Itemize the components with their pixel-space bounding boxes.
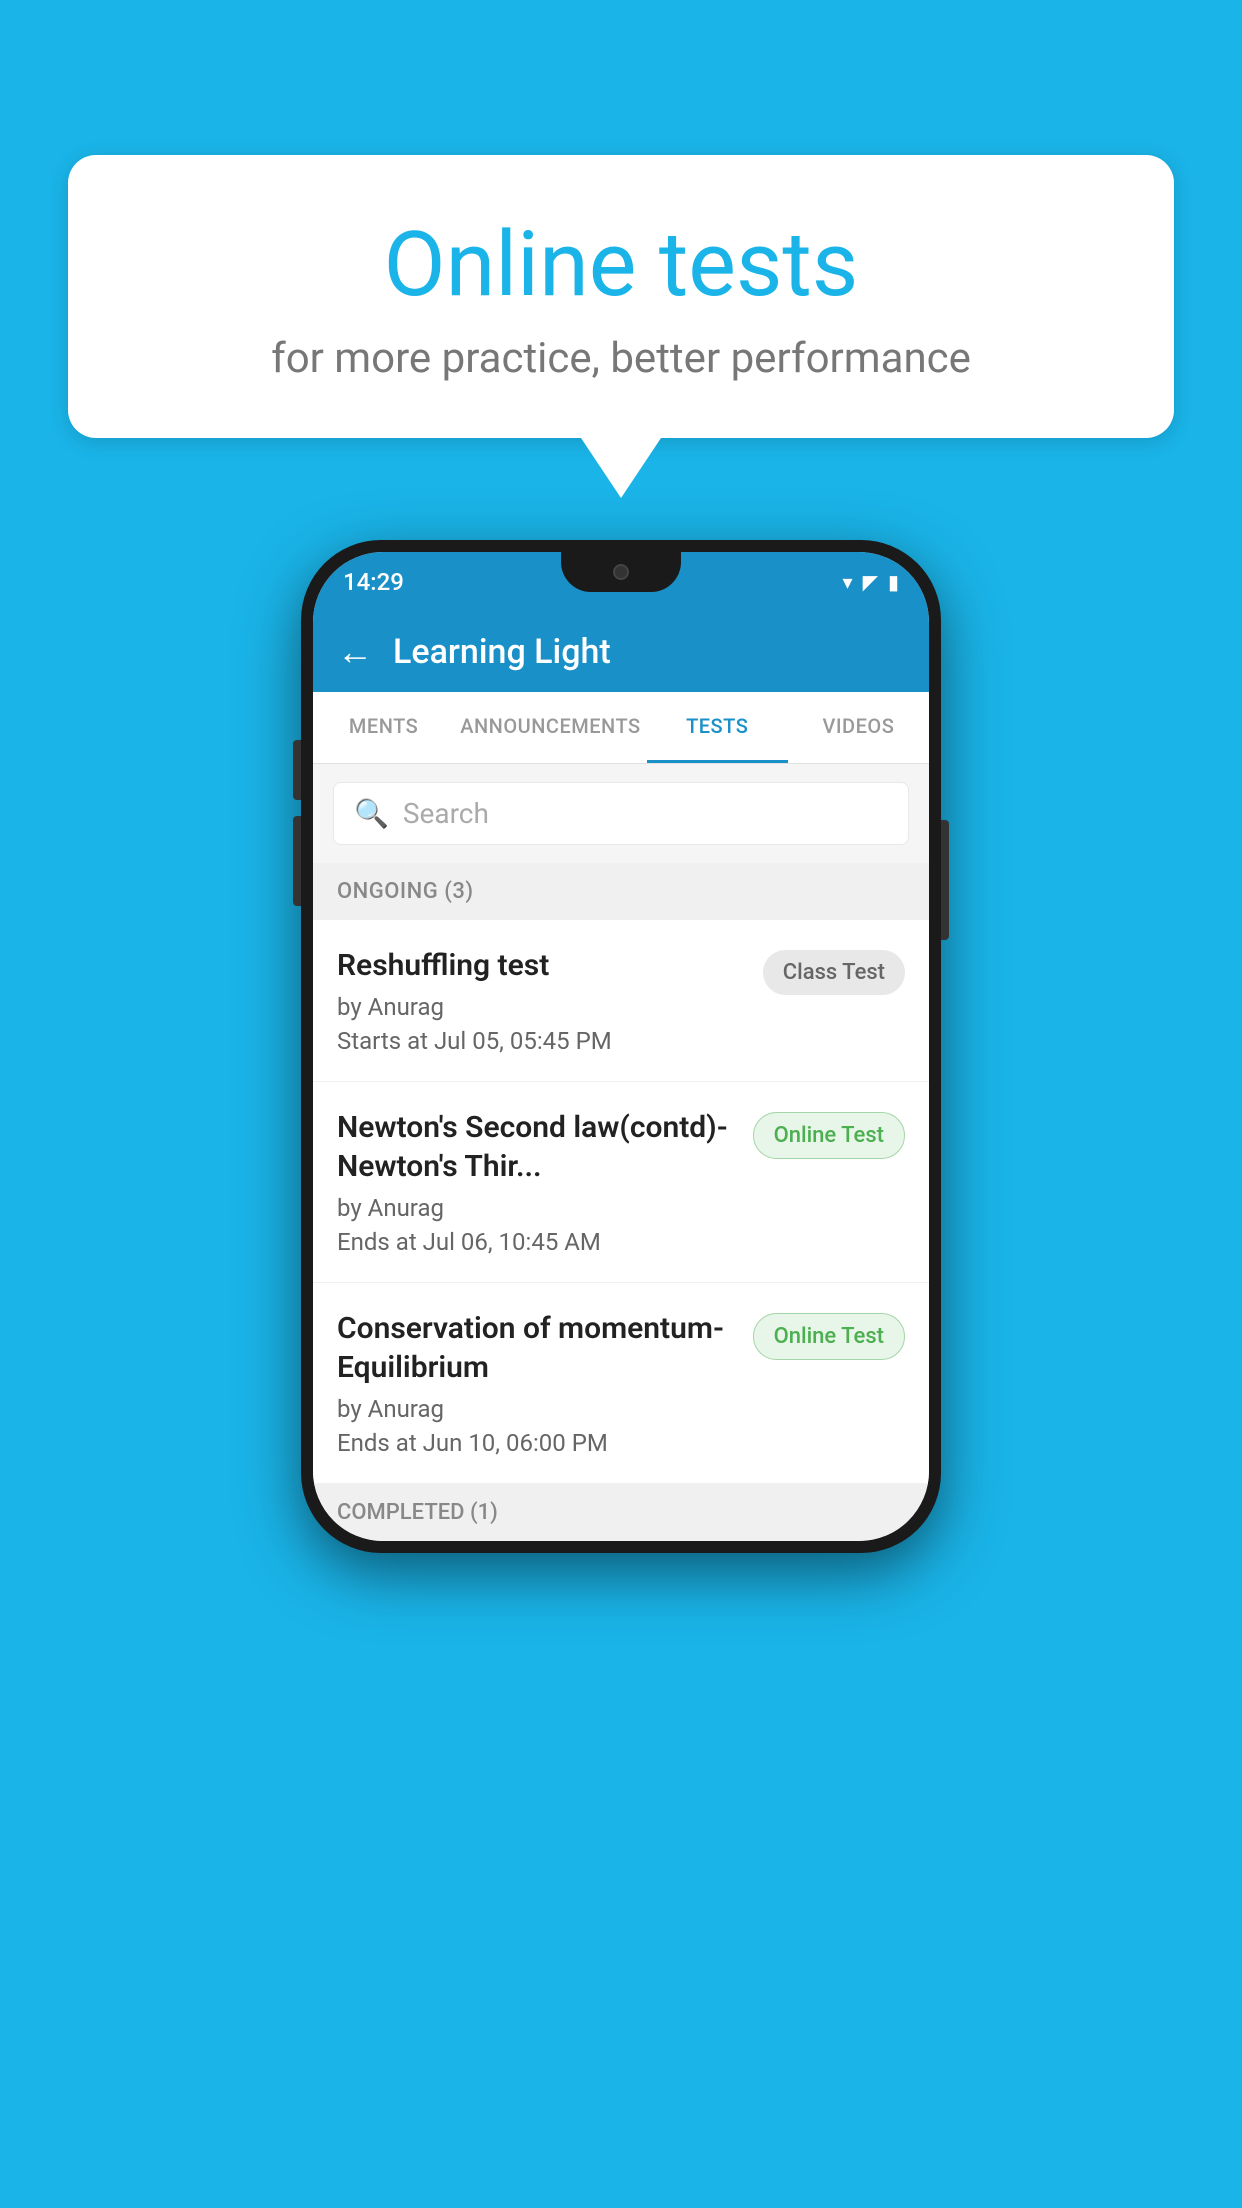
test-badge-1: Class Test [763, 950, 905, 995]
search-bar-wrapper: 🔍 Search [313, 764, 929, 863]
signal-icon: ◤ [863, 570, 878, 594]
phone-frame: 14:29 ▾ ◤ ▮ ← Learning Light MENTS [301, 540, 941, 1553]
test-author-1: by Anurag [337, 993, 747, 1021]
test-info-1: Reshuffling test by Anurag Starts at Jul… [337, 946, 747, 1055]
search-placeholder: Search [403, 797, 489, 830]
tab-announcements[interactable]: ANNOUNCEMENTS [454, 692, 646, 763]
search-icon: 🔍 [354, 797, 389, 830]
camera [613, 564, 629, 580]
speech-bubble-subtitle: for more practice, better performance [138, 334, 1104, 383]
test-list: Reshuffling test by Anurag Starts at Jul… [313, 920, 929, 1484]
status-time: 14:29 [343, 568, 404, 596]
test-item-1[interactable]: Reshuffling test by Anurag Starts at Jul… [313, 920, 929, 1082]
test-badge-2: Online Test [753, 1112, 905, 1159]
test-info-3: Conservation of momentum-Equilibrium by … [337, 1309, 737, 1457]
test-item-3[interactable]: Conservation of momentum-Equilibrium by … [313, 1283, 929, 1484]
app-bar: ← Learning Light [313, 612, 929, 692]
test-author-2: by Anurag [337, 1194, 737, 1222]
status-bar: 14:29 ▾ ◤ ▮ [313, 552, 929, 612]
app-bar-title: Learning Light [393, 632, 611, 672]
tab-ments[interactable]: MENTS [313, 692, 454, 763]
volume-down-button [293, 816, 301, 906]
tabs-container: MENTS ANNOUNCEMENTS TESTS VIDEOS [313, 692, 929, 764]
phone-side-buttons-left [293, 740, 301, 906]
completed-label: COMPLETED (1) [337, 1500, 498, 1525]
test-author-3: by Anurag [337, 1395, 737, 1423]
speech-bubble-arrow [581, 438, 661, 498]
test-item-2[interactable]: Newton's Second law(contd)-Newton's Thir… [313, 1082, 929, 1283]
search-bar[interactable]: 🔍 Search [333, 782, 909, 845]
phone-side-buttons-right [941, 820, 949, 940]
power-button [941, 820, 949, 940]
test-date-2: Ends at Jul 06, 10:45 AM [337, 1228, 737, 1256]
test-title-3: Conservation of momentum-Equilibrium [337, 1309, 737, 1387]
back-button[interactable]: ← [337, 631, 373, 673]
volume-up-button [293, 740, 301, 800]
status-icons: ▾ ◤ ▮ [843, 570, 899, 594]
completed-section-header: COMPLETED (1) [313, 1484, 929, 1541]
test-title-1: Reshuffling test [337, 946, 747, 985]
wifi-icon: ▾ [843, 570, 853, 594]
ongoing-section-header: ONGOING (3) [313, 863, 929, 920]
speech-bubble-title: Online tests [138, 215, 1104, 314]
speech-bubble: Online tests for more practice, better p… [68, 155, 1174, 438]
tab-tests[interactable]: TESTS [647, 692, 788, 763]
test-info-2: Newton's Second law(contd)-Newton's Thir… [337, 1108, 737, 1256]
tab-videos[interactable]: VIDEOS [788, 692, 929, 763]
test-title-2: Newton's Second law(contd)-Newton's Thir… [337, 1108, 737, 1186]
notch [561, 552, 681, 592]
test-badge-3: Online Test [753, 1313, 905, 1360]
speech-bubble-container: Online tests for more practice, better p… [68, 155, 1174, 498]
ongoing-label: ONGOING (3) [337, 879, 474, 904]
phone-mockup: 14:29 ▾ ◤ ▮ ← Learning Light MENTS [301, 540, 941, 1553]
phone-screen: 14:29 ▾ ◤ ▮ ← Learning Light MENTS [313, 552, 929, 1541]
battery-icon: ▮ [888, 570, 899, 594]
test-date-1: Starts at Jul 05, 05:45 PM [337, 1027, 747, 1055]
test-date-3: Ends at Jun 10, 06:00 PM [337, 1429, 737, 1457]
